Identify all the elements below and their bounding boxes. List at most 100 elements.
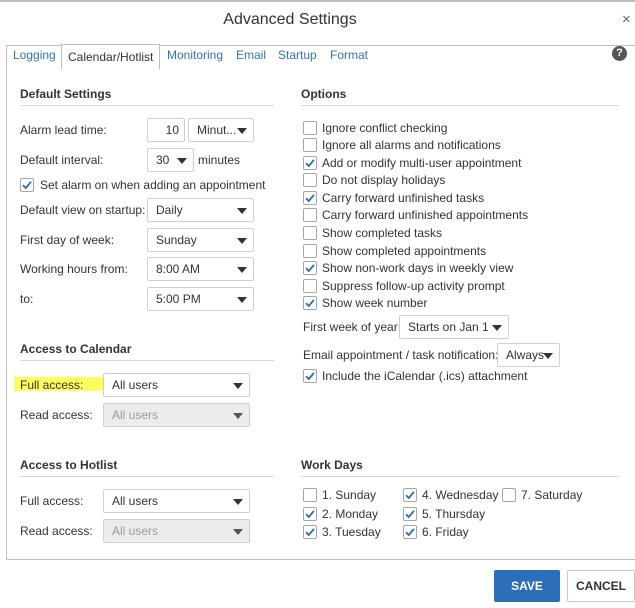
ical-attachment-checkbox[interactable] [303,369,317,383]
hotlist-read-access-select[interactable]: All users [103,519,250,543]
option-checkbox[interactable] [303,156,317,170]
default-view-label: Default view on startup: [20,203,146,217]
alarm-lead-input[interactable]: 10 [147,118,185,142]
workday-checkbox-sunday[interactable] [303,488,317,502]
default-settings-heading: Default Settings [20,87,112,101]
first-week-select[interactable]: Starts on Jan 1 [399,315,509,339]
option-label: Show completed appointments [322,244,487,258]
section-divider [20,360,274,361]
tab-format[interactable]: Format [330,47,368,69]
window-top-border [0,0,635,2]
chevron-down-icon [233,413,243,419]
option-label: Show week number [322,296,428,310]
working-to-value: 5:00 PM [156,292,201,306]
workday-label: 3. Tuesday [322,525,381,539]
section-divider [301,105,619,106]
checkmark-icon [405,528,415,537]
checkmark-icon [405,510,415,519]
ical-attachment-label: Include the iCalendar (.ics) attachment [322,369,528,383]
close-icon[interactable]: × [622,11,631,29]
first-day-label: First day of week: [20,233,115,247]
default-view-select[interactable]: Daily [147,198,254,222]
workday-checkbox-wednesday[interactable] [403,488,417,502]
save-button[interactable]: SAVE [494,570,560,602]
option-checkbox[interactable] [303,226,317,240]
workday-checkbox-monday[interactable] [303,507,317,521]
dialog-title: Advanced Settings [223,11,357,28]
checkmark-icon [305,264,315,273]
option-checkbox[interactable] [303,279,317,293]
interval-select[interactable]: 30 [147,148,194,172]
chevron-down-icon [237,297,247,303]
set-alarm-checkbox[interactable] [20,178,34,192]
first-day-value: Sunday [156,233,197,247]
chevron-down-icon [237,267,247,273]
working-from-label: Working hours from: [20,262,128,276]
working-from-select[interactable]: 8:00 AM [147,257,254,281]
option-checkbox[interactable] [303,191,317,205]
calendar-full-access-select[interactable]: All users [103,373,250,397]
workday-label: 1. Sunday [322,488,377,502]
section-divider [301,476,619,477]
help-icon[interactable]: ? [612,46,627,61]
checkmark-icon [305,372,315,381]
workday-label: 6. Friday [422,525,469,539]
email-notification-select[interactable]: Always [497,343,560,367]
section-divider [20,105,274,106]
option-checkbox[interactable] [303,173,317,187]
calendar-read-access-value: All users [112,408,159,422]
tab-email[interactable]: Email [236,47,266,69]
calendar-full-access-label: Full access: [20,378,84,392]
chevron-down-icon [233,499,243,505]
option-checkbox[interactable] [303,121,317,135]
checkmark-icon [305,194,315,203]
workday-checkbox-friday[interactable] [403,525,417,539]
work-days-heading: Work Days [301,458,363,472]
option-label: Show non-work days in weekly view [322,261,514,275]
option-label: Suppress follow-up activity prompt [322,279,505,293]
workday-label: 5. Thursday [422,507,486,521]
chevron-down-icon [543,353,553,359]
option-checkbox[interactable] [303,208,317,222]
tab-monitoring[interactable]: Monitoring [167,47,223,69]
workday-checkbox-thursday[interactable] [403,507,417,521]
checkmark-icon [405,491,415,500]
workday-checkbox-saturday[interactable] [502,488,516,502]
first-week-label: First week of year: [303,320,402,334]
option-checkbox[interactable] [303,296,317,310]
first-week-value: Starts on Jan 1 [408,320,489,334]
calendar-read-access-label: Read access: [20,408,93,422]
working-from-value: 8:00 AM [156,262,201,276]
tab-logging[interactable]: Logging [13,47,56,69]
section-divider [20,476,274,477]
access-calendar-heading: Access to Calendar [20,342,132,356]
alarm-lead-label: Alarm lead time: [20,123,107,137]
option-checkbox[interactable] [303,261,317,275]
option-label: Do not display holidays [322,173,446,187]
workday-label: 4. Wednesday [422,488,499,502]
options-heading: Options [301,87,347,101]
chevron-down-icon [237,128,247,134]
chevron-down-icon [233,383,243,389]
option-checkbox[interactable] [303,244,317,258]
alarm-lead-unit-value: Minut... [197,123,237,137]
first-day-select[interactable]: Sunday [147,228,254,252]
hotlist-read-access-label: Read access: [20,524,93,538]
working-to-select[interactable]: 5:00 PM [147,287,254,311]
calendar-read-access-select[interactable]: All users [103,403,250,427]
tab-calendar-hotlist[interactable]: Calendar/Hotlist [61,44,161,70]
option-label: Ignore all alarms and notifications [322,138,501,152]
alarm-lead-unit-select[interactable]: Minut... [188,118,254,142]
workday-checkbox-tuesday[interactable] [303,525,317,539]
hotlist-full-access-select[interactable]: All users [103,489,250,513]
tab-startup[interactable]: Startup [278,47,317,69]
checkmark-icon [305,528,315,537]
option-checkbox[interactable] [303,138,317,152]
workday-label: 2. Monday [322,507,379,521]
hotlist-full-access-label: Full access: [20,494,84,508]
checkmark-icon [22,181,32,190]
workday-label: 7. Saturday [521,488,583,502]
option-label: Ignore conflict checking [322,121,448,135]
chevron-down-icon [237,208,247,214]
cancel-button[interactable]: CANCEL [567,570,635,602]
